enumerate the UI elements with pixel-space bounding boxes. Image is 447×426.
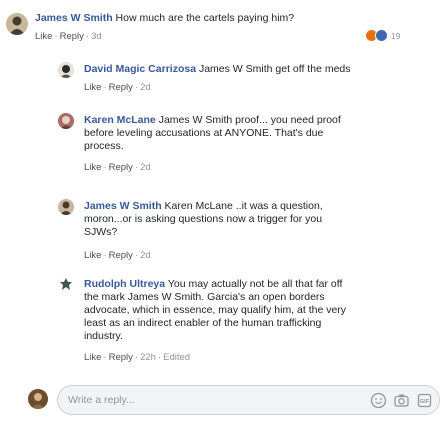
comment-actions: Like · Reply · 3d — [35, 31, 102, 42]
reply-body-line: moron...or is asking questions now a tri… — [84, 213, 323, 225]
reaction-count: 19 — [391, 30, 401, 41]
reply-actions: Like · Reply · 2d — [84, 250, 151, 261]
comment-body: How much are the cartels paying him? — [115, 12, 295, 24]
reply-body-line: You may actually not be all that far off — [167, 278, 343, 290]
reply-body-line: advocate, which in essence, may qualify … — [84, 304, 347, 316]
timestamp[interactable]: 22h — [140, 352, 156, 363]
reply-link[interactable]: Reply — [109, 352, 133, 363]
author-name[interactable]: James W Smith — [35, 12, 113, 24]
reply-body-line: the mark James W Smith. Garcia's an open… — [84, 291, 325, 303]
timestamp[interactable]: 2d — [140, 82, 151, 93]
reply-link[interactable]: Reply — [109, 82, 133, 93]
reply-body-line: process. — [84, 140, 124, 152]
reply-text: David Magic Carrizosa James W Smith get … — [84, 63, 351, 76]
reply-body-line: Karen McLane ..it was a question, — [164, 200, 323, 212]
reply-text: James W Smith Karen McLane ..it was a qu… — [84, 200, 440, 239]
avatar[interactable] — [58, 199, 74, 215]
like-link[interactable]: Like — [84, 82, 101, 93]
reply-link[interactable]: Reply — [60, 31, 84, 42]
avatar — [28, 389, 48, 409]
like-icon — [375, 29, 388, 42]
reply-actions: Like · Reply · 2d — [84, 162, 151, 173]
camera-icon[interactable] — [393, 392, 410, 409]
reply-link[interactable]: Reply — [109, 250, 133, 261]
reply-body-line: industry. — [84, 330, 123, 342]
reply-body-line: SJWs? — [84, 226, 118, 238]
reply-actions: Like · Reply · 2d — [84, 82, 151, 93]
svg-text:GIF: GIF — [420, 399, 430, 405]
like-link[interactable]: Like — [84, 250, 101, 261]
reply-placeholder: Write a reply... — [68, 394, 135, 406]
timestamp[interactable]: 2d — [140, 250, 151, 261]
avatar[interactable] — [58, 276, 74, 292]
author-name[interactable]: David Magic Carrizosa — [84, 63, 196, 75]
reply-text: Rudolph Ultreya You may actually not be … — [84, 278, 440, 343]
gif-icon[interactable]: GIF — [416, 392, 433, 409]
author-name[interactable]: Karen McLane — [84, 114, 156, 126]
reaction-summary[interactable]: 19 — [365, 29, 400, 42]
reply-body-line: James W Smith proof... you need proof — [158, 114, 341, 126]
like-link[interactable]: Like — [35, 31, 52, 42]
comment-text: James W Smith How much are the cartels p… — [35, 12, 294, 25]
reply-link[interactable]: Reply — [109, 162, 133, 173]
author-name[interactable]: Rudolph Ultreya — [84, 278, 165, 290]
reply-text: Karen McLane James W Smith proof... you … — [84, 114, 440, 153]
avatar[interactable] — [58, 62, 74, 78]
reply-body: James W Smith get off the meds — [198, 63, 351, 75]
timestamp[interactable]: 3d — [91, 31, 102, 42]
composer-icons: GIF — [370, 392, 433, 409]
author-name[interactable]: James W Smith — [84, 200, 162, 212]
reply-input[interactable]: Write a reply... GIF — [57, 385, 440, 415]
like-link[interactable]: Like — [84, 352, 101, 363]
reply-body-line: before leveling accusations at ANYONE. T… — [84, 127, 324, 139]
like-link[interactable]: Like — [84, 162, 101, 173]
timestamp[interactable]: 2d — [140, 162, 151, 173]
reply-body-line: least as an indirect enabler of the huma… — [84, 317, 322, 329]
avatar[interactable] — [6, 13, 28, 35]
edited-label[interactable]: Edited — [163, 352, 190, 363]
emoji-icon[interactable] — [370, 392, 387, 409]
avatar[interactable] — [58, 113, 74, 129]
reply-actions: Like · Reply · 22h · Edited — [84, 352, 191, 363]
